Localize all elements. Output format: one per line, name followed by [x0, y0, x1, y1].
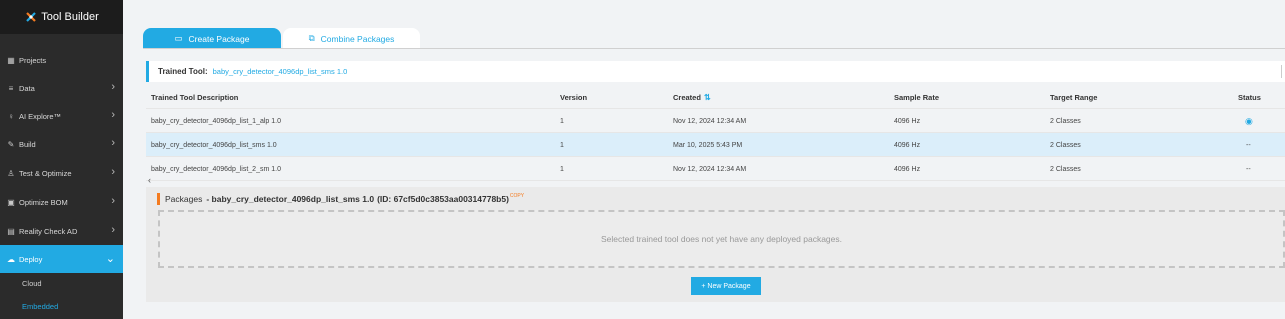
trained-tool-bar: Trained Tool: baby_cry_detector_4096dp_l…	[146, 61, 1285, 82]
database-icon: ≡	[8, 83, 14, 93]
chevron-right-icon: ›	[111, 166, 115, 178]
cell-description: baby_cry_detector_4096dp_list_sms 1.0	[151, 141, 277, 149]
sidebar-item-optimize-bom[interactable]: ▣ Optimize BOM ›	[0, 188, 123, 216]
chevron-down-icon: ⌄	[105, 253, 115, 265]
chevron-right-icon: ›	[111, 137, 115, 149]
sidebar-item-label: Deploy	[19, 254, 43, 264]
tool-builder-logo-icon	[26, 12, 37, 22]
table-row[interactable]: baby_cry_detector_4096dp_list_1_alp 1.0 1…	[146, 109, 1285, 133]
header-created[interactable]: Created ⇅	[673, 85, 711, 109]
sidebar-item-label: Reality Check AD	[19, 226, 78, 236]
sidebar-item-data[interactable]: ≡ Data ›	[0, 74, 123, 102]
header-version[interactable]: Version	[560, 85, 587, 109]
chip-icon: ▣	[7, 197, 15, 207]
chevron-right-icon: ›	[111, 81, 115, 93]
cell-sample-rate: 4096 Hz	[894, 117, 921, 125]
cell-status: --	[1238, 157, 1251, 181]
table-header: Trained Tool Description Version Created…	[146, 85, 1285, 109]
sidebar-subitem-embedded[interactable]: Embedded	[22, 302, 58, 311]
copy-id-link[interactable]: COPY	[510, 193, 524, 199]
cell-status: ◉	[1238, 109, 1253, 133]
cell-target-range: 2 Classes	[1050, 117, 1081, 125]
cell-sample-rate: 4096 Hz	[894, 141, 921, 149]
header-description[interactable]: Trained Tool Description	[151, 85, 238, 109]
cell-sample-rate: 4096 Hz	[894, 165, 921, 173]
cell-target-range: 2 Classes	[1050, 165, 1081, 173]
empty-message: Selected trained tool does not yet have …	[600, 234, 842, 244]
tab-create-package[interactable]: ▭ Create Package	[143, 28, 281, 49]
sidebar-item-label: Data	[19, 83, 35, 93]
sidebar-item-build[interactable]: ✎ Build ›	[0, 130, 123, 158]
chevron-right-icon: ›	[111, 224, 115, 236]
table-row[interactable]: baby_cry_detector_4096dp_list_2_sm 1.0 1 N…	[146, 157, 1285, 181]
sidebar-item-label: Test & Optimize	[19, 168, 72, 178]
status-text: --	[1246, 141, 1251, 149]
sidebar-item-test-optimize[interactable]: ♙ Test & Optimize ›	[0, 159, 123, 187]
chevron-right-icon: ›	[111, 109, 115, 121]
scroll-left-icon[interactable]: ‹	[148, 175, 151, 185]
wrench-icon: ✎	[7, 139, 15, 149]
flask-icon: ♙	[7, 168, 15, 178]
tab-label: Create Package	[188, 33, 250, 44]
sidebar-item-ai-explore[interactable]: ♀ AI Explore™ ›	[0, 102, 123, 130]
cell-created: Mar 10, 2025 5:43 PM	[673, 141, 743, 149]
sidebar-item-label: Projects	[19, 55, 47, 65]
package-icon: ▭	[174, 33, 183, 43]
eye-icon[interactable]: ◉	[1245, 116, 1253, 127]
trained-tool-label: Trained Tool:	[158, 67, 208, 76]
header-created-label: Created	[673, 92, 701, 102]
packages-tool-name: - baby_cry_detector_4096dp_list_sms 1.0	[206, 194, 375, 204]
sort-icon[interactable]: ⇅	[704, 93, 711, 102]
sidebar-item-deploy[interactable]: ☁ Deploy ⌄	[0, 245, 123, 273]
cell-version: 1	[560, 141, 564, 149]
sidebar-item-reality-check-ad[interactable]: ▤ Reality Check AD ›	[0, 217, 123, 245]
divider	[1281, 65, 1282, 78]
tab-divider	[143, 48, 1285, 49]
table-row[interactable]: baby_cry_detector_4096dp_list_sms 1.0 1 Ma…	[146, 133, 1285, 157]
cell-status: --	[1238, 133, 1251, 157]
status-text: --	[1246, 165, 1251, 173]
sidebar-subitem-cloud[interactable]: Cloud	[22, 279, 42, 288]
cloud-icon: ☁	[7, 254, 15, 264]
cell-description: baby_cry_detector_4096dp_list_1_alp 1.0	[151, 117, 281, 125]
cell-description: baby_cry_detector_4096dp_list_2_sm 1.0	[151, 165, 281, 173]
cell-created: Nov 12, 2024 12:34 AM	[673, 117, 747, 125]
header-target-range[interactable]: Target Range	[1050, 85, 1097, 109]
header-sample-rate[interactable]: Sample Rate	[894, 85, 939, 109]
grid-icon: ▦	[7, 55, 15, 65]
packages-heading: Packages - baby_cry_detector_4096dp_list…	[157, 193, 524, 205]
packages-title: Packages	[165, 194, 203, 204]
tab-combine-packages[interactable]: ⧉ Combine Packages	[283, 28, 420, 49]
sidebar-item-label: Optimize BOM	[19, 197, 68, 207]
brand[interactable]: Tool Builder	[0, 0, 123, 34]
cell-target-range: 2 Classes	[1050, 141, 1081, 149]
packages-panel: Packages - baby_cry_detector_4096dp_list…	[146, 187, 1285, 302]
trained-tool-value: baby_cry_detector_4096dp_list_sms 1.0	[212, 67, 348, 76]
sidebar: Tool Builder ▦ Projects ≡ Data › ♀ AI Explore™…	[0, 0, 123, 319]
cell-created: Nov 12, 2024 12:34 AM	[673, 165, 747, 173]
packages-tool-id: (ID: 67cf5d0c3853aa00314778b5)	[377, 194, 509, 204]
sidebar-item-label: Build	[19, 139, 36, 149]
cell-version: 1	[560, 117, 564, 125]
card-icon: ▤	[7, 226, 15, 236]
bulb-icon: ♀	[8, 111, 14, 121]
header-status[interactable]: Status	[1238, 85, 1261, 109]
combine-icon: ⧉	[308, 33, 315, 43]
new-package-button[interactable]: + New Package	[691, 277, 761, 295]
app-title: Tool Builder	[41, 11, 99, 23]
chevron-right-icon: ›	[111, 195, 115, 207]
sidebar-item-label: AI Explore™	[19, 111, 62, 121]
tab-label: Combine Packages	[320, 33, 395, 44]
sidebar-item-projects[interactable]: ▦ Projects	[0, 46, 123, 74]
cell-version: 1	[560, 165, 564, 173]
empty-packages-box: Selected trained tool does not yet have …	[158, 210, 1285, 268]
